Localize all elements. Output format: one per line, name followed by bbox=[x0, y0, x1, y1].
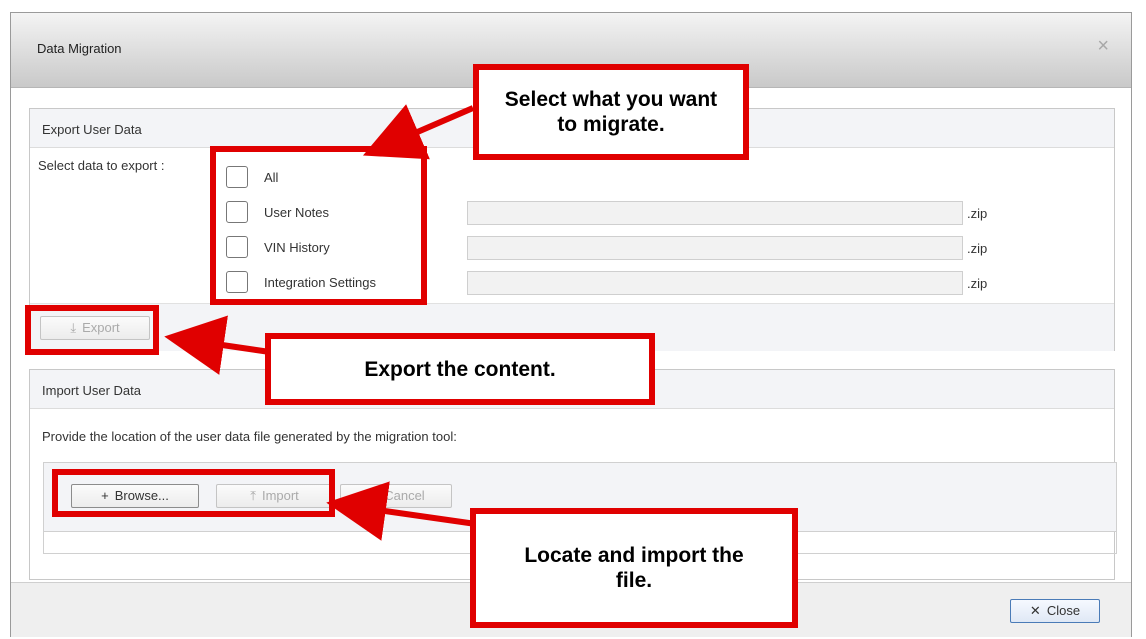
export-callout-text: Export the content. bbox=[364, 357, 556, 381]
import-callout-text: Locate and import the file. bbox=[524, 544, 744, 592]
export-arrow bbox=[164, 315, 271, 375]
select-arrow bbox=[362, 104, 475, 160]
export-callout: Export the content. bbox=[265, 333, 655, 405]
import-callout: Locate and import the file. bbox=[470, 508, 798, 628]
select-callout-text: Select what you want to migrate. bbox=[504, 88, 718, 136]
import-arrow bbox=[326, 481, 491, 541]
select-callout: Select what you want to migrate. bbox=[473, 64, 749, 160]
